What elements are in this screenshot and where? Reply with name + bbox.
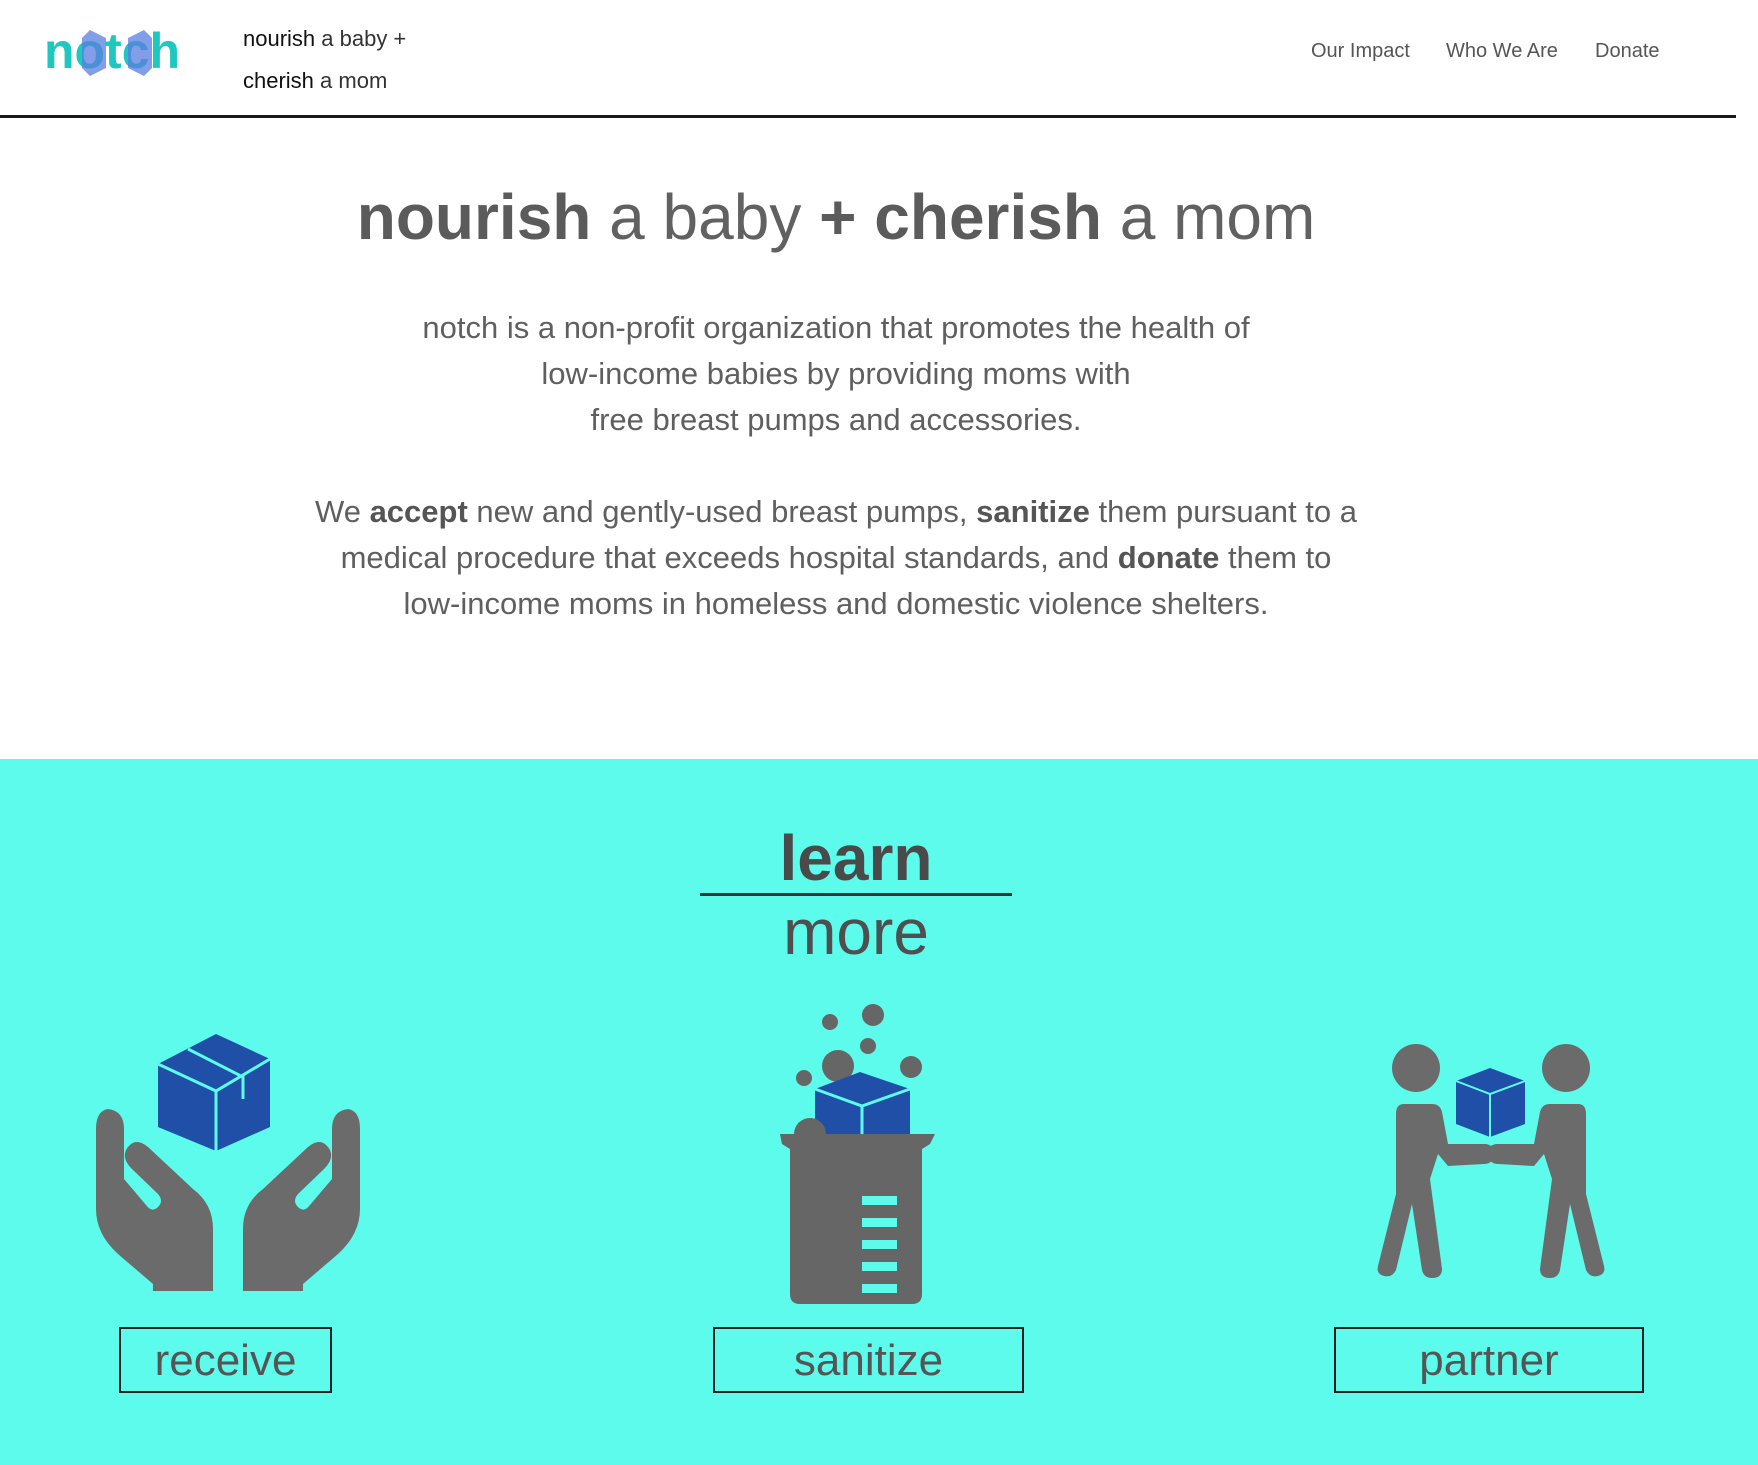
nav-our-impact[interactable]: Our Impact <box>1311 40 1410 63</box>
site-header: notch nourish a baby + cherish a mom Our… <box>0 0 1758 118</box>
nav-donate[interactable]: Donate <box>1595 40 1660 63</box>
learn-more-underline <box>700 893 1012 896</box>
people-handoff-box-icon[interactable] <box>1368 1044 1613 1279</box>
process-statement: We accept new and gently-used breast pum… <box>315 494 1357 621</box>
sanitize-button[interactable]: sanitize <box>713 1327 1024 1393</box>
header-tagline: nourish a baby + cherish a mom <box>243 26 407 93</box>
hands-receive-box-icon[interactable] <box>88 1029 368 1291</box>
mission-statement: notch is a non-profit organization that … <box>422 310 1250 437</box>
nav-who-we-are[interactable]: Who We Are <box>1446 40 1558 63</box>
hero-title: nourish a baby + cherish a mom <box>356 181 1316 253</box>
receive-button[interactable]: receive <box>119 1327 332 1393</box>
beaker-sanitize-box-icon[interactable] <box>770 1004 945 1304</box>
partner-button[interactable]: partner <box>1334 1327 1644 1393</box>
header-divider <box>0 115 1736 118</box>
learn-more-section: learn more receive sanitize partner <box>0 759 1758 1465</box>
logo-text: notch <box>44 23 180 78</box>
notch-logo[interactable]: notch <box>44 22 190 78</box>
